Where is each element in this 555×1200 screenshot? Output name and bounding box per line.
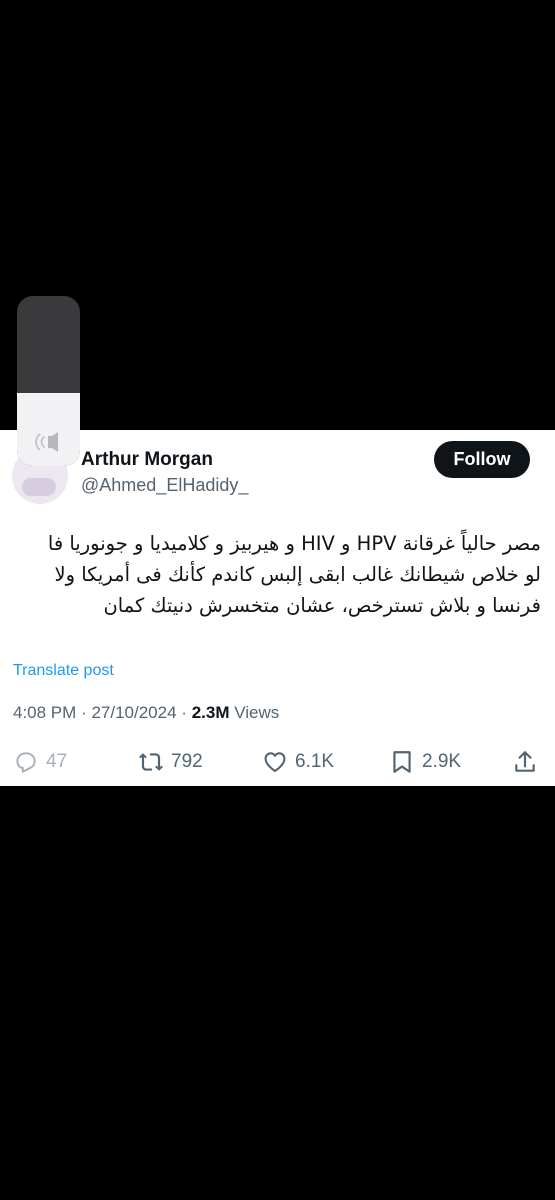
translate-post-link[interactable]: Translate post (13, 662, 114, 680)
views-count: 2.3M (191, 703, 230, 722)
author-handle[interactable]: @Ahmed_ElHadidy_ (81, 475, 248, 496)
share-button[interactable] (512, 744, 545, 780)
meta-separator: · (181, 703, 187, 722)
tweet-text-line: مصر حالياً غرقانة HPV و HIV و هيربيز و ك… (47, 532, 541, 555)
repost-button[interactable]: 792 (138, 744, 203, 780)
tweet-text: مصر حالياً غرقانة HPV و HIV و هيربيز و ك… (10, 528, 541, 621)
tweet-text-line: لو خلاص شيطانك غالب ابقى إلبس كاندم كأنك… (54, 563, 541, 586)
views-label: Views (234, 703, 280, 722)
avatar-image (22, 478, 56, 496)
reply-count: 47 (46, 751, 68, 772)
tweet-card: Arthur Morgan @Ahmed_ElHadidy_ Follow مص… (0, 430, 555, 786)
meta-separator: · (81, 703, 87, 722)
bookmark-button[interactable]: 2.9K (389, 744, 461, 780)
reply-icon (16, 752, 36, 773)
heart-icon (264, 752, 286, 773)
repost-icon (139, 753, 163, 771)
like-count: 6.1K (295, 751, 335, 772)
follow-button[interactable]: Follow (434, 441, 530, 478)
tweet-text-line: فرنسا و بلاش تسترخص، عشان متخسرش دنيتك ك… (103, 594, 541, 617)
like-button[interactable]: 6.1K (262, 744, 334, 780)
action-bar: 47 792 6.1K 2.9K (0, 744, 555, 780)
tweet-time[interactable]: 4:08 PM (13, 703, 76, 722)
repost-count: 792 (171, 751, 203, 772)
volume-slider[interactable] (17, 296, 80, 466)
author-name[interactable]: Arthur Morgan (81, 449, 213, 471)
share-icon (515, 751, 535, 772)
tweet-meta: 4:08 PM · 27/10/2024 · 2.3M Views (13, 703, 279, 723)
bookmark-icon (393, 751, 411, 773)
bookmark-count: 2.9K (422, 751, 462, 772)
tweet-date[interactable]: 27/10/2024 (91, 703, 176, 722)
reply-button[interactable]: 47 (13, 744, 67, 780)
speaker-icon (35, 432, 58, 452)
